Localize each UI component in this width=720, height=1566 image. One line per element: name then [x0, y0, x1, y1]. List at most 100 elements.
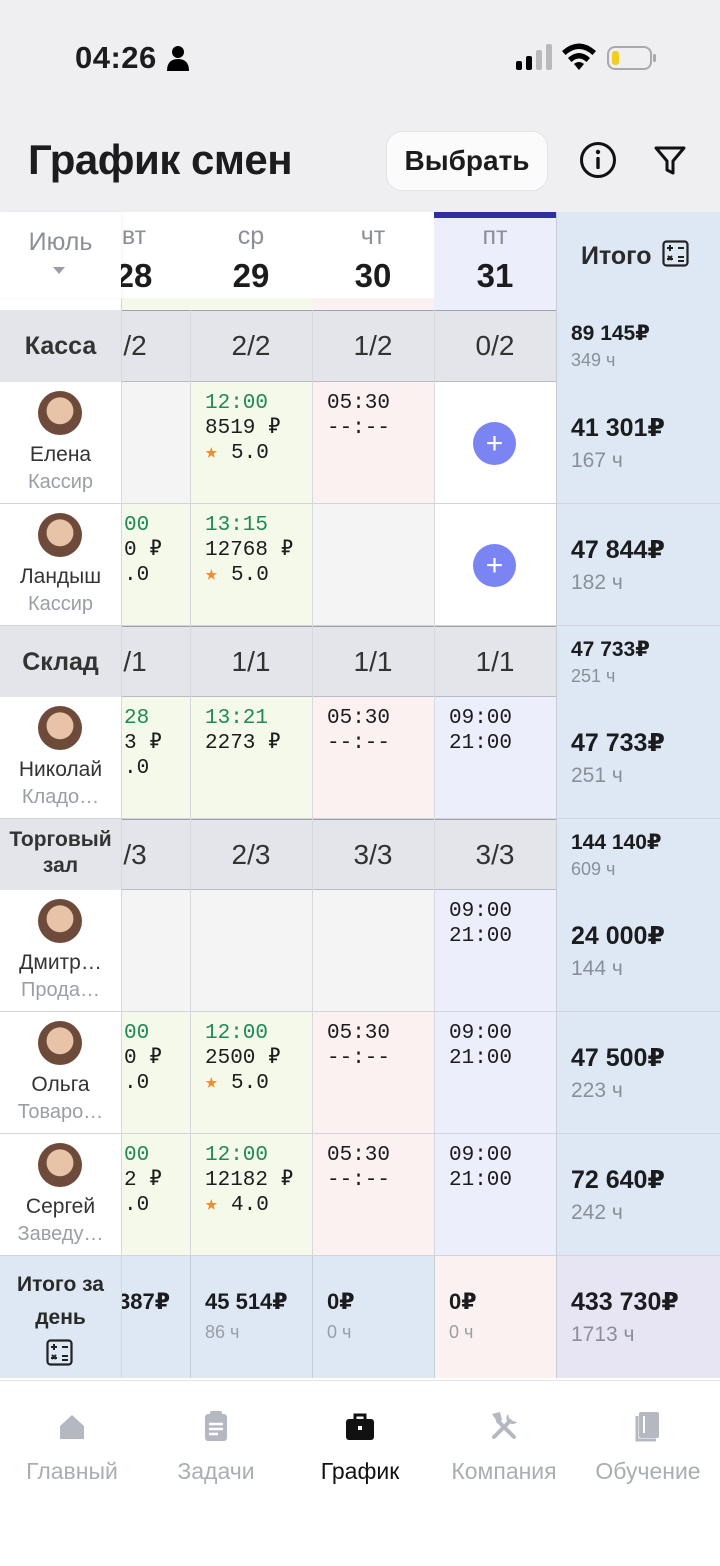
- nav-label: Главный: [26, 1458, 118, 1484]
- shift-rating: 5.0: [231, 1072, 269, 1095]
- column-divider: [434, 310, 435, 1256]
- star-icon: ★: [205, 564, 218, 587]
- shift-detail: --:--: [327, 1047, 391, 1070]
- section-total-sum: 144 140₽: [571, 831, 662, 854]
- shift-start-time: 13:21: [205, 707, 269, 730]
- employee-name: Елена: [29, 443, 92, 466]
- day-number: 31: [476, 257, 514, 294]
- avatar: [38, 1143, 82, 1187]
- spacer-tue: [121, 298, 190, 310]
- employee-total-sum: 47 844₽: [571, 536, 665, 564]
- status-time: 04:26: [75, 40, 157, 75]
- shift-detail: --:--: [327, 417, 391, 440]
- select-button[interactable]: Выбрать: [386, 131, 548, 191]
- shift-cell[interactable]: [121, 890, 190, 1012]
- avatar: [38, 899, 82, 943]
- spacer-wed: [190, 298, 312, 310]
- day-number: 30: [354, 257, 392, 294]
- shift-detail: 2500 ₽: [205, 1047, 281, 1070]
- nav-label: График: [320, 1458, 400, 1484]
- employee-role: Прода…: [21, 979, 100, 1001]
- page-title: График смен: [28, 136, 293, 183]
- section-label: Торговый зал: [9, 828, 112, 877]
- day-total-hours: 0 ч: [327, 1322, 352, 1342]
- day-total-sum: 45 514₽: [205, 1289, 288, 1314]
- shift-start-time: 09:00: [449, 1144, 513, 1167]
- shift-cell[interactable]: [190, 890, 312, 1012]
- month-label[interactable]: Июль: [0, 228, 121, 257]
- shift-cell[interactable]: [312, 504, 434, 626]
- star-icon: ★: [205, 1194, 218, 1217]
- avatar: [38, 513, 82, 557]
- employee-total-sum: 47 733₽: [571, 729, 665, 757]
- employee-name: Николай: [18, 758, 103, 781]
- day-total-hours: 86 ч: [205, 1322, 240, 1342]
- section-label: Склад: [22, 648, 99, 676]
- total-header-label: Итого: [581, 242, 652, 270]
- day-number: 29: [232, 257, 270, 294]
- shift-start-time: 00: [124, 1022, 150, 1045]
- employee-name: Сергей: [25, 1195, 96, 1218]
- shift-rating: 5.0: [231, 442, 269, 465]
- shift-start-time: 05:30: [327, 707, 391, 730]
- chevron-down-icon[interactable]: [53, 267, 65, 274]
- shift-start-time: 12:00: [205, 1022, 269, 1045]
- section-ratio: 2/3: [231, 839, 271, 870]
- shift-detail: --:--: [327, 732, 391, 755]
- day-name: чт: [360, 222, 386, 250]
- shift-detail: 0 ₽: [124, 539, 162, 562]
- employee-total-hours: 167 ч: [571, 449, 623, 472]
- briefcase-icon: [342, 1408, 378, 1444]
- employee-name: Дмитр…: [19, 951, 102, 974]
- add-shift-button[interactable]: +: [473, 422, 516, 465]
- tools-icon: [486, 1408, 522, 1444]
- section-total-hours: 349 ч: [571, 350, 616, 370]
- section-total-hours: 251 ч: [571, 666, 616, 686]
- shift-detail: 2273 ₽: [205, 732, 281, 755]
- today-indicator: [434, 212, 556, 218]
- shift-detail: 21:00: [449, 1169, 513, 1192]
- shift-detail: .0: [124, 1194, 150, 1217]
- star-icon: ★: [205, 1072, 218, 1095]
- employee-total-sum: 41 301₽: [571, 414, 665, 442]
- shift-cell[interactable]: [312, 890, 434, 1012]
- shift-rating: 4.0: [231, 1194, 269, 1217]
- book-icon: [630, 1408, 666, 1444]
- employee-total-sum: 24 000₽: [571, 922, 665, 950]
- section-total-hours: 609 ч: [571, 859, 616, 879]
- employee-name: Ландыш: [19, 565, 102, 588]
- add-shift-button[interactable]: +: [473, 544, 516, 587]
- info-icon[interactable]: [578, 140, 618, 180]
- employee-total: [556, 1012, 720, 1134]
- filter-icon[interactable]: [650, 140, 690, 180]
- employee-total: [556, 504, 720, 626]
- section-ratio: 1/1: [353, 646, 393, 677]
- nav-label: Обучение: [595, 1458, 701, 1484]
- spacer-thu: [312, 298, 434, 310]
- star-icon: ★: [205, 442, 218, 465]
- nav-label: Задачи: [177, 1458, 255, 1484]
- employee-total: [556, 1134, 720, 1256]
- employee-name: Ольга: [31, 1073, 90, 1096]
- shift-detail: .0: [124, 1072, 150, 1095]
- employee-role: Заведу…: [17, 1223, 104, 1245]
- section-ratio: 1/1: [231, 646, 271, 677]
- grand-total-cell: [556, 1256, 720, 1378]
- day-total-cell: [434, 1256, 556, 1378]
- wifi-icon: [562, 43, 596, 70]
- employee-role: Кассир: [27, 471, 94, 493]
- shift-detail: .0: [124, 564, 150, 587]
- home-icon: [54, 1408, 90, 1444]
- avatar: [38, 1021, 82, 1065]
- column-divider: [190, 310, 191, 1256]
- column-divider: [556, 212, 557, 1378]
- day-total-sum: 387₽: [118, 1289, 171, 1314]
- shift-start-time: 05:30: [327, 392, 391, 415]
- section-label: Касса: [24, 332, 97, 360]
- grand-total-sum: 433 730₽: [571, 1288, 679, 1316]
- shift-cell[interactable]: [121, 382, 190, 504]
- employee-total-hours: 223 ч: [571, 1079, 623, 1102]
- shift-detail: 21:00: [449, 1047, 513, 1070]
- shift-start-time: 12:00: [205, 392, 269, 415]
- day-name: ср: [237, 222, 265, 250]
